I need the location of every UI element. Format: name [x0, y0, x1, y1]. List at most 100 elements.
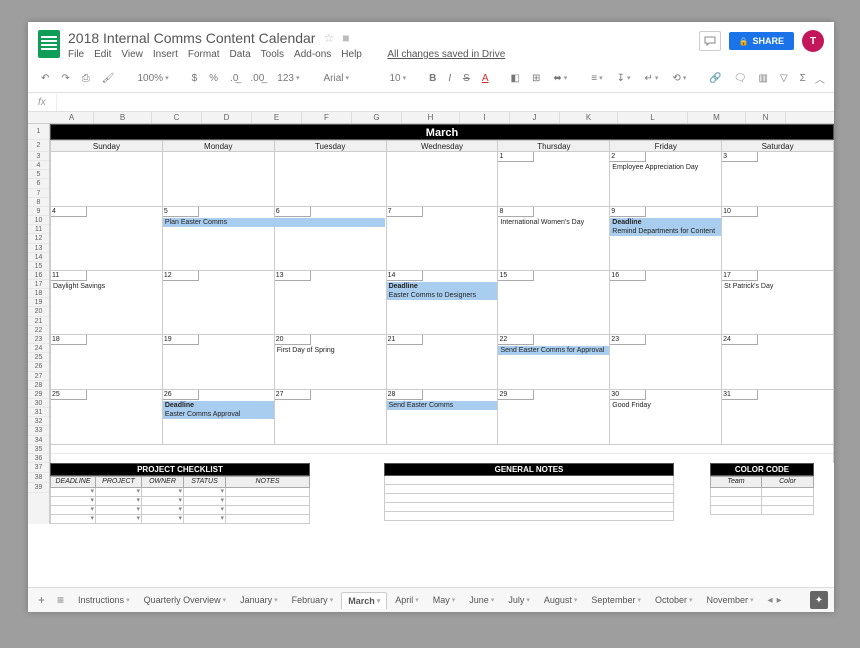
colorcode-cell[interactable]	[710, 488, 762, 497]
menu-file[interactable]: File	[68, 49, 84, 60]
day-cell[interactable]: 21	[387, 335, 499, 390]
format-currency-button[interactable]: $	[189, 71, 201, 86]
sheet-tab-october[interactable]: October▾	[649, 592, 699, 609]
event-text[interactable]: St Patrick's Day	[722, 282, 833, 291]
vertical-align-button[interactable]: ↧▾	[613, 72, 635, 85]
checklist-cell[interactable]	[226, 506, 310, 515]
row-header[interactable]: 19	[28, 298, 49, 307]
insert-comment-button[interactable]: 🗨	[731, 71, 750, 86]
day-cell[interactable]: 7	[387, 207, 499, 271]
menu-data[interactable]: Data	[230, 49, 251, 60]
row-header[interactable]: 24	[28, 344, 49, 353]
checklist-cell[interactable]	[50, 506, 96, 515]
day-cell[interactable]: 23	[610, 335, 722, 390]
horizontal-align-button[interactable]: ≡▾	[587, 72, 606, 85]
colorcode-cell[interactable]	[762, 497, 814, 506]
undo-button[interactable]: ↶	[38, 71, 52, 86]
row-header[interactable]: 3	[28, 152, 49, 161]
row-header[interactable]: 31	[28, 408, 49, 417]
row-header[interactable]: 6	[28, 179, 49, 188]
folder-icon[interactable]: ■	[342, 31, 349, 45]
decrease-decimal-button[interactable]: .0̲	[227, 71, 241, 86]
event-highlighted[interactable]: Send Easter Comms for Approval	[498, 346, 609, 355]
col-header-K[interactable]: K	[560, 112, 618, 123]
account-avatar[interactable]: T	[802, 30, 824, 52]
merge-cells-button[interactable]: ⬌▾	[549, 72, 571, 85]
explore-button[interactable]: ✦	[810, 591, 828, 609]
day-cell[interactable]: 31	[722, 390, 834, 445]
functions-button[interactable]: Σ	[797, 71, 809, 86]
row-header[interactable]: 8	[28, 198, 49, 207]
checklist-cell[interactable]	[50, 488, 96, 497]
colorcode-cell[interactable]	[762, 488, 814, 497]
col-header-J[interactable]: J	[510, 112, 560, 123]
cell-grid[interactable]: MarchSundayMondayTuesdayWednesdayThursda…	[50, 124, 834, 524]
paint-format-button[interactable]: 🖌	[99, 71, 118, 86]
checklist-cell[interactable]	[226, 488, 310, 497]
bold-button[interactable]: B	[426, 71, 439, 86]
col-header-M[interactable]: M	[688, 112, 746, 123]
day-cell[interactable]	[50, 152, 163, 207]
notes-cell[interactable]	[384, 485, 674, 494]
day-cell[interactable]: 5Plan Easter Comms	[163, 207, 275, 271]
redo-button[interactable]: ↷	[58, 71, 72, 86]
insert-link-button[interactable]: 🔗	[706, 71, 724, 86]
text-color-button[interactable]: A	[479, 71, 492, 86]
row-header[interactable]: 12	[28, 234, 49, 243]
tab-scroll-right[interactable]: ▸	[777, 595, 782, 606]
borders-button[interactable]: ⊞	[529, 71, 543, 86]
day-cell[interactable]: 17St Patrick's Day	[722, 271, 834, 335]
row-header[interactable]: 13	[28, 244, 49, 253]
save-status[interactable]: All changes saved in Drive	[387, 49, 505, 60]
row-header[interactable]: 22	[28, 326, 49, 335]
sheets-doc-icon[interactable]	[38, 30, 60, 58]
comments-button[interactable]	[699, 31, 721, 51]
row-headers[interactable]: 1234567891011121314151617181920212223242…	[28, 124, 50, 524]
menu-edit[interactable]: Edit	[94, 49, 111, 60]
notes-cell[interactable]	[384, 476, 674, 485]
zoom-select[interactable]: 100%▾	[133, 72, 172, 85]
increase-decimal-button[interactable]: .00̲	[247, 71, 267, 86]
colorcode-cell[interactable]	[710, 497, 762, 506]
day-cell[interactable]: 25	[50, 390, 163, 445]
tab-scroll-left[interactable]: ◂	[768, 595, 773, 606]
add-sheet-button[interactable]: +	[34, 593, 49, 607]
day-cell[interactable]: 29	[498, 390, 610, 445]
event-highlighted[interactable]: Easter Comms Approval	[163, 410, 274, 419]
notes-cell[interactable]	[384, 494, 674, 503]
day-cell[interactable]: 2Employee Appreciation Day	[610, 152, 722, 207]
checklist-cell[interactable]	[96, 488, 142, 497]
day-cell[interactable]: 30Good Friday	[610, 390, 722, 445]
text-wrap-button[interactable]: ↵▾	[641, 72, 663, 85]
col-header-I[interactable]: I	[460, 112, 510, 123]
row-header[interactable]: 38	[28, 473, 49, 483]
day-cell[interactable]: 24	[722, 335, 834, 390]
event-highlighted[interactable]: Send Easter Comms	[387, 401, 498, 410]
row-header[interactable]: 37	[28, 463, 49, 473]
format-number-select[interactable]: 123▾	[273, 72, 303, 85]
checklist-cell[interactable]	[184, 515, 226, 524]
checklist-cell[interactable]	[96, 515, 142, 524]
checklist-cell[interactable]	[142, 515, 184, 524]
day-cell[interactable]: 14DeadlineEaster Comms to Designers	[387, 271, 499, 335]
day-cell[interactable]: 11Daylight Savings	[50, 271, 163, 335]
day-cell[interactable]: 3	[722, 152, 834, 207]
all-sheets-button[interactable]: ≡	[53, 593, 68, 607]
checklist-cell[interactable]	[226, 515, 310, 524]
menu-format[interactable]: Format	[188, 49, 220, 60]
day-cell[interactable]	[163, 152, 275, 207]
row-header[interactable]: 20	[28, 307, 49, 316]
day-cell[interactable]: 16	[610, 271, 722, 335]
row-header[interactable]: 32	[28, 417, 49, 426]
row-header[interactable]: 9	[28, 207, 49, 216]
star-icon[interactable]: ☆	[323, 31, 334, 45]
row-header[interactable]: 23	[28, 335, 49, 344]
sheet-tab-august[interactable]: August▾	[538, 592, 584, 609]
col-header-H[interactable]: H	[402, 112, 460, 123]
checklist-cell[interactable]	[96, 506, 142, 515]
sheet-tab-instructions[interactable]: Instructions▾	[72, 592, 136, 609]
col-header-A[interactable]: A	[50, 112, 94, 123]
col-header-B[interactable]: B	[94, 112, 152, 123]
row-header[interactable]: 28	[28, 381, 49, 390]
day-cell[interactable]: 8International Women's Day	[498, 207, 610, 271]
